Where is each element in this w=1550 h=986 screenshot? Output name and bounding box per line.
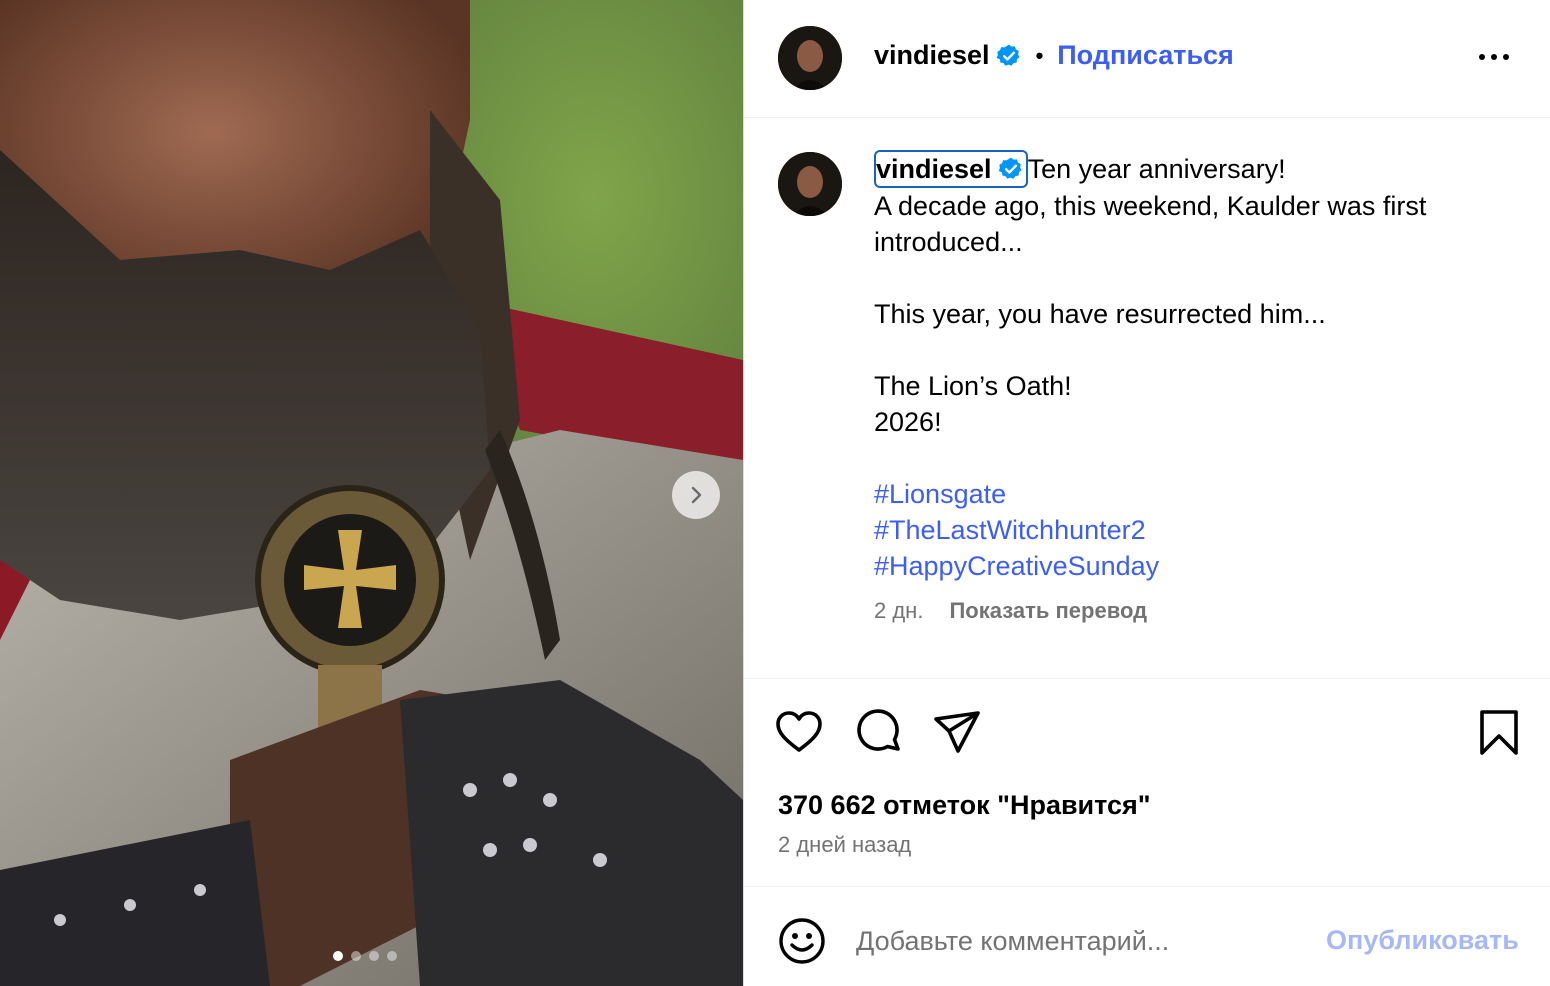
verified-badge-icon bbox=[996, 44, 1019, 66]
caption-first-line: vindiesel Ten year anniversary! bbox=[874, 150, 1514, 188]
caption-timestamp[interactable]: 2 дн. bbox=[874, 598, 923, 624]
likes-count[interactable]: 370 662 отметок "Нравится" bbox=[778, 790, 1151, 821]
carousel-next-button[interactable] bbox=[672, 471, 720, 519]
post-header: vindiesel • Подписаться bbox=[744, 0, 1550, 118]
avatar-image bbox=[778, 152, 842, 216]
emoji-icon[interactable] bbox=[778, 917, 826, 965]
action-bar bbox=[774, 708, 1524, 758]
post-side-panel: vindiesel • Подписаться vindiesel Ten yea… bbox=[743, 0, 1550, 986]
caption-text: introduced... bbox=[874, 227, 1023, 257]
divider bbox=[744, 678, 1550, 679]
caption-text: A decade ago, this weekend, Kaulder was … bbox=[874, 191, 1427, 221]
post-photo bbox=[0, 0, 743, 986]
bookmark-icon[interactable] bbox=[1474, 708, 1524, 758]
comment-bar: Опубликовать bbox=[744, 887, 1550, 986]
share-icon[interactable] bbox=[932, 708, 982, 758]
caption-avatar[interactable] bbox=[778, 152, 842, 216]
hashtag-link[interactable]: #Lionsgate bbox=[874, 476, 1514, 512]
username-link[interactable]: vindiesel bbox=[874, 40, 990, 71]
comment-input[interactable] bbox=[856, 921, 1296, 961]
comment-icon[interactable] bbox=[854, 708, 904, 758]
caption-text bbox=[874, 440, 1514, 476]
post-media[interactable] bbox=[0, 0, 743, 986]
show-translation-button[interactable]: Показать перевод bbox=[949, 598, 1147, 624]
verified-badge-icon bbox=[998, 157, 1021, 179]
heart-icon[interactable] bbox=[774, 708, 824, 758]
caption-text bbox=[874, 332, 1514, 368]
header-separator: • bbox=[1035, 42, 1044, 68]
carousel-dot bbox=[333, 951, 343, 961]
caption-meta: 2 дн. Показать перевод bbox=[874, 598, 1147, 624]
hashtag-link[interactable]: #HappyCreativeSunday bbox=[874, 548, 1514, 584]
avatar-image bbox=[778, 26, 842, 90]
publish-button[interactable]: Опубликовать bbox=[1326, 925, 1519, 956]
carousel-dot bbox=[387, 951, 397, 961]
hashtag-link[interactable]: #TheLastWitchhunter2 bbox=[874, 512, 1514, 548]
follow-button[interactable]: Подписаться bbox=[1057, 40, 1234, 71]
caption-username-link[interactable]: vindiesel bbox=[874, 150, 1028, 188]
more-options-icon[interactable] bbox=[1479, 54, 1509, 60]
header-user: vindiesel • Подписаться bbox=[874, 40, 1234, 71]
carousel-dot bbox=[369, 951, 379, 961]
post-caption: vindiesel Ten year anniversary! A decade … bbox=[874, 150, 1514, 584]
chevron-right-icon bbox=[691, 486, 702, 504]
carousel-dot bbox=[351, 951, 361, 961]
caption-text: This year, you have resurrected him... bbox=[874, 299, 1326, 329]
caption-text: The Lion’s Oath! bbox=[874, 371, 1072, 401]
caption-text: 2026! bbox=[874, 407, 942, 437]
post-timestamp[interactable]: 2 дней назад bbox=[778, 832, 911, 858]
caption-text bbox=[874, 260, 1514, 296]
caption-text: Ten year anniversary! bbox=[1027, 154, 1286, 184]
instagram-post-view: vindiesel • Подписаться vindiesel Ten yea… bbox=[0, 0, 1550, 986]
avatar[interactable] bbox=[778, 26, 842, 90]
carousel-indicator bbox=[333, 951, 397, 961]
